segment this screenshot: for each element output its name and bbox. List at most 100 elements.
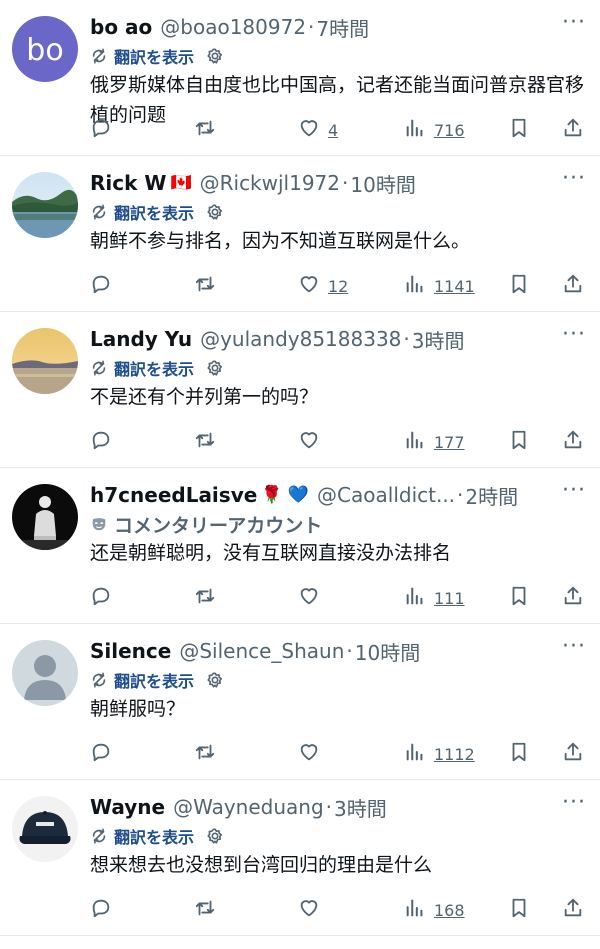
commentary-account-label: コメンタリーアカウント bbox=[90, 510, 588, 538]
retweet-button[interactable] bbox=[194, 429, 216, 455]
like-button[interactable] bbox=[298, 585, 320, 611]
share-button[interactable] bbox=[562, 741, 584, 767]
separator-dot: · bbox=[325, 795, 333, 819]
views-button[interactable]: 168 bbox=[404, 897, 465, 923]
show-translation-link[interactable]: 翻訳を表示 bbox=[114, 356, 194, 380]
views-button[interactable]: 716 bbox=[404, 117, 465, 143]
bar-chart-icon bbox=[404, 897, 426, 923]
like-button[interactable] bbox=[298, 429, 320, 455]
like-button[interactable]: 12 bbox=[298, 273, 348, 299]
name-emoji: 🌹 💙 bbox=[261, 485, 310, 505]
translate-row: 翻訳を表示 bbox=[90, 354, 588, 382]
more-options-icon[interactable]: ··· bbox=[560, 324, 588, 352]
gear-icon[interactable] bbox=[206, 47, 224, 65]
avatar[interactable] bbox=[12, 484, 78, 550]
more-options-icon[interactable]: ··· bbox=[560, 792, 588, 820]
timestamp[interactable]: 10時間 bbox=[350, 169, 415, 198]
reply-feed: bo bo ao @boao180972 · 7時間 ··· 翻訳を表示 俄罗斯… bbox=[0, 0, 600, 936]
retweet-button[interactable] bbox=[194, 117, 216, 143]
timestamp[interactable]: 7時間 bbox=[316, 13, 369, 42]
retweet-button[interactable] bbox=[194, 273, 216, 299]
display-name[interactable]: Landy Yu bbox=[90, 327, 192, 351]
bookmark-button[interactable] bbox=[508, 897, 530, 923]
user-handle[interactable]: @Silence_Shaun bbox=[179, 639, 344, 663]
commentary-text: コメンタリーアカウント bbox=[114, 514, 323, 537]
reply-tweet[interactable]: Wayne @Wayneduang · 3時間 ··· 翻訳を表示 想来想去也没… bbox=[0, 780, 600, 936]
bookmark-button[interactable] bbox=[508, 741, 530, 767]
avatar[interactable] bbox=[12, 328, 78, 394]
display-name[interactable]: Rick W bbox=[90, 171, 166, 195]
display-name[interactable]: bo ao bbox=[90, 15, 152, 39]
show-translation-link[interactable]: 翻訳を表示 bbox=[114, 44, 194, 68]
views-button[interactable]: 111 bbox=[404, 585, 465, 611]
separator-dot: · bbox=[457, 483, 464, 507]
translate-icon bbox=[90, 671, 108, 689]
retweet-icon bbox=[194, 585, 216, 611]
display-name[interactable]: Wayne bbox=[90, 795, 165, 819]
gear-icon[interactable] bbox=[206, 671, 224, 689]
user-handle[interactable]: @boao180972 bbox=[160, 15, 306, 39]
share-button[interactable] bbox=[562, 273, 584, 299]
bookmark-button[interactable] bbox=[508, 585, 530, 611]
bar-chart-icon bbox=[404, 273, 426, 299]
reply-button[interactable] bbox=[90, 117, 112, 143]
like-button[interactable]: 4 bbox=[298, 117, 338, 143]
show-translation-link[interactable]: 翻訳を表示 bbox=[114, 668, 194, 692]
translate-icon bbox=[90, 47, 108, 65]
more-options-icon[interactable]: ··· bbox=[560, 12, 588, 40]
display-name[interactable]: Silence bbox=[90, 639, 171, 663]
reply-tweet[interactable]: Rick W 🇨🇦 @Rickwjl1972 · 10時間 ··· 翻訳を表示 … bbox=[0, 156, 600, 312]
reply-tweet[interactable]: Silence @Silence_Shaun · 10時間 ··· 翻訳を表示 … bbox=[0, 624, 600, 780]
reply-tweet[interactable]: bo bo ao @boao180972 · 7時間 ··· 翻訳を表示 俄罗斯… bbox=[0, 0, 600, 156]
bookmark-button[interactable] bbox=[508, 273, 530, 299]
avatar[interactable]: bo bbox=[12, 16, 78, 82]
like-button[interactable] bbox=[298, 897, 320, 923]
retweet-icon bbox=[194, 117, 216, 143]
tweet-header: Wayne @Wayneduang · 3時間 bbox=[90, 792, 588, 822]
user-handle[interactable]: @Rickwjl1972 bbox=[200, 171, 340, 195]
like-button[interactable] bbox=[298, 741, 320, 767]
more-options-icon[interactable]: ··· bbox=[560, 636, 588, 664]
share-icon bbox=[562, 741, 584, 767]
avatar[interactable] bbox=[12, 796, 78, 862]
share-button[interactable] bbox=[562, 897, 584, 923]
reply-button[interactable] bbox=[90, 273, 112, 299]
translate-icon bbox=[90, 203, 108, 221]
reply-tweet[interactable]: Landy Yu @yulandy85188338 · 3時間 ··· 翻訳を表… bbox=[0, 312, 600, 468]
timestamp[interactable]: 3時間 bbox=[334, 793, 387, 822]
views-button[interactable]: 1141 bbox=[404, 273, 475, 299]
share-button[interactable] bbox=[562, 585, 584, 611]
retweet-button[interactable] bbox=[194, 585, 216, 611]
bookmark-button[interactable] bbox=[508, 117, 530, 143]
avatar[interactable] bbox=[12, 640, 78, 706]
more-options-icon[interactable]: ··· bbox=[560, 168, 588, 196]
display-name[interactable]: h7cneedLaisve bbox=[90, 483, 257, 507]
reply-button[interactable] bbox=[90, 897, 112, 923]
reply-button[interactable] bbox=[90, 429, 112, 455]
user-handle[interactable]: @Caoalldict... bbox=[317, 483, 455, 507]
show-translation-link[interactable]: 翻訳を表示 bbox=[114, 824, 194, 848]
timestamp[interactable]: 10時間 bbox=[355, 637, 420, 666]
avatar[interactable] bbox=[12, 172, 78, 238]
retweet-button[interactable] bbox=[194, 741, 216, 767]
user-handle[interactable]: @yulandy85188338 bbox=[200, 327, 401, 351]
gear-icon[interactable] bbox=[206, 359, 224, 377]
retweet-button[interactable] bbox=[194, 897, 216, 923]
reply-button[interactable] bbox=[90, 741, 112, 767]
gear-icon[interactable] bbox=[206, 827, 224, 845]
bookmark-button[interactable] bbox=[508, 429, 530, 455]
reply-button[interactable] bbox=[90, 585, 112, 611]
show-translation-link[interactable]: 翻訳を表示 bbox=[114, 200, 194, 224]
reply-tweet[interactable]: h7cneedLaisve 🌹 💙 @Caoalldict... · 2時間 ·… bbox=[0, 468, 600, 624]
gear-icon[interactable] bbox=[206, 203, 224, 221]
timestamp[interactable]: 3時間 bbox=[412, 325, 465, 354]
view-count: 177 bbox=[434, 432, 465, 452]
views-button[interactable]: 177 bbox=[404, 429, 465, 455]
user-handle[interactable]: @Wayneduang bbox=[173, 795, 324, 819]
heart-icon bbox=[298, 585, 320, 611]
views-button[interactable]: 1112 bbox=[404, 741, 475, 767]
share-button[interactable] bbox=[562, 117, 584, 143]
more-options-icon[interactable]: ··· bbox=[560, 480, 588, 508]
timestamp[interactable]: 2時間 bbox=[465, 481, 518, 510]
share-button[interactable] bbox=[562, 429, 584, 455]
